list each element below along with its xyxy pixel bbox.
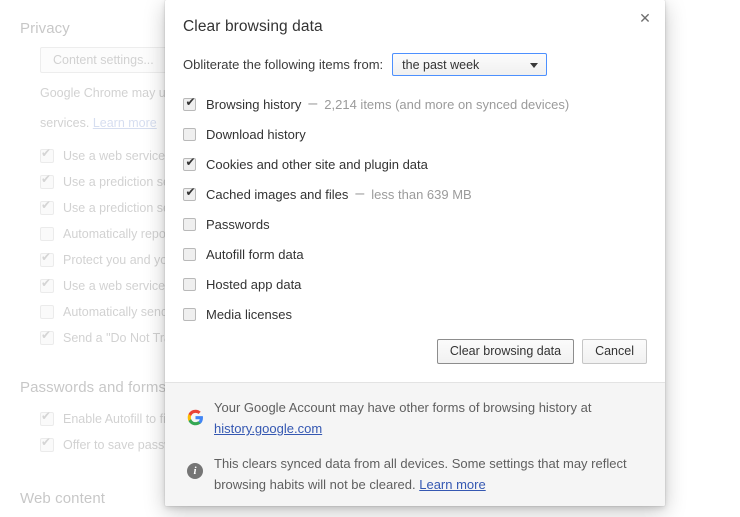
time-range-label: Obliterate the following items from: [183, 57, 384, 72]
checkbox-icon[interactable] [40, 409, 54, 426]
history-google-link[interactable]: history.google.com [214, 421, 322, 436]
dialog-title: Clear browsing data [183, 18, 323, 35]
checkbox-icon[interactable] [40, 227, 54, 241]
time-range-row: Obliterate the following items from: the… [183, 53, 647, 76]
content-settings-button[interactable]: Content settings... [40, 47, 167, 73]
checkbox-label: Passwords [206, 216, 270, 232]
dialog-footer: Your Google Account may have other forms… [165, 382, 665, 506]
checkbox-icon[interactable] [40, 435, 54, 452]
google-account-text-block: Your Google Account may have other forms… [214, 397, 591, 439]
checkbox-icon[interactable] [183, 247, 196, 261]
checkbox-icon[interactable] [40, 250, 54, 267]
clear-browsing-data-button[interactable]: Clear browsing data [436, 339, 575, 364]
checkbox-label: Download history [206, 126, 306, 142]
checkbox-icon[interactable] [40, 305, 54, 319]
screen: Privacy Content settings... Google Chrom… [0, 0, 740, 517]
detail-dash: – [355, 185, 365, 202]
clear-browsing-data-dialog: ✕ Clear browsing data Obliterate the fol… [165, 0, 665, 506]
google-g-icon [185, 409, 205, 426]
checkbox-icon[interactable] [40, 172, 54, 189]
checkbox-icon[interactable] [40, 328, 54, 345]
google-account-text: Your Google Account may have other forms… [214, 400, 592, 415]
checkbox-icon[interactable] [183, 155, 197, 171]
checkbox-row-browsing-history[interactable]: Browsing history – 2,214 items (and more… [183, 89, 647, 119]
checkbox-label: Cookies and other site and plugin data [206, 156, 428, 172]
info-icon: i [185, 463, 205, 479]
checkbox-label: Autofill form data [206, 246, 304, 262]
checkbox-row-cached-images[interactable]: Cached images and files – less than 639 … [183, 179, 647, 209]
checkbox-icon[interactable] [183, 217, 196, 231]
chevron-down-icon [530, 62, 539, 68]
checkbox-row-download-history[interactable]: Download history [183, 119, 647, 149]
checkbox-row-media-licenses[interactable]: Media licenses [183, 299, 647, 329]
checkbox-icon[interactable] [40, 276, 54, 293]
google-account-notice: Your Google Account may have other forms… [185, 397, 645, 439]
checkbox-label: Media licenses [206, 306, 292, 322]
checkbox-icon[interactable] [183, 277, 196, 291]
synced-data-learn-more-link[interactable]: Learn more [419, 477, 485, 492]
close-icon[interactable]: ✕ [634, 7, 656, 29]
checkbox-icon[interactable] [40, 146, 54, 163]
dialog-button-row: Clear browsing data Cancel [436, 339, 647, 364]
checkbox-label: Cached images and files [206, 186, 349, 202]
info-glyph: i [187, 463, 203, 479]
checkbox-icon[interactable] [183, 95, 197, 111]
cancel-button[interactable]: Cancel [582, 339, 647, 364]
dialog-body: ✕ Clear browsing data Obliterate the fol… [165, 0, 665, 382]
time-range-select[interactable]: the past week [392, 53, 548, 76]
checkbox-icon[interactable] [183, 307, 196, 321]
synced-data-notice: i This clears synced data from all devic… [185, 453, 645, 495]
checkbox-row-cookies[interactable]: Cookies and other site and plugin data [183, 149, 647, 179]
checkbox-row-passwords[interactable]: Passwords [183, 209, 647, 239]
checkbox-label: Browsing history [206, 96, 302, 112]
checkbox-detail: less than 639 MB [371, 186, 472, 202]
checkbox-label: Hosted app data [206, 276, 302, 292]
privacy-description-line2-text: services. [40, 116, 90, 130]
checkbox-row-hosted-app-data[interactable]: Hosted app data [183, 269, 647, 299]
synced-data-text-block: This clears synced data from all devices… [214, 453, 644, 495]
privacy-learn-more-link[interactable]: Learn more [93, 116, 157, 130]
checkbox-row-autofill[interactable]: Autofill form data [183, 239, 647, 269]
checkbox-icon[interactable] [40, 198, 54, 215]
checkbox-detail: 2,214 items (and more on synced devices) [324, 96, 570, 112]
checkbox-icon[interactable] [183, 185, 197, 201]
checkbox-icon[interactable] [183, 127, 196, 141]
detail-dash: – [308, 95, 318, 112]
time-range-selected-value: the past week [402, 57, 480, 72]
data-type-list: Browsing history – 2,214 items (and more… [183, 89, 647, 329]
